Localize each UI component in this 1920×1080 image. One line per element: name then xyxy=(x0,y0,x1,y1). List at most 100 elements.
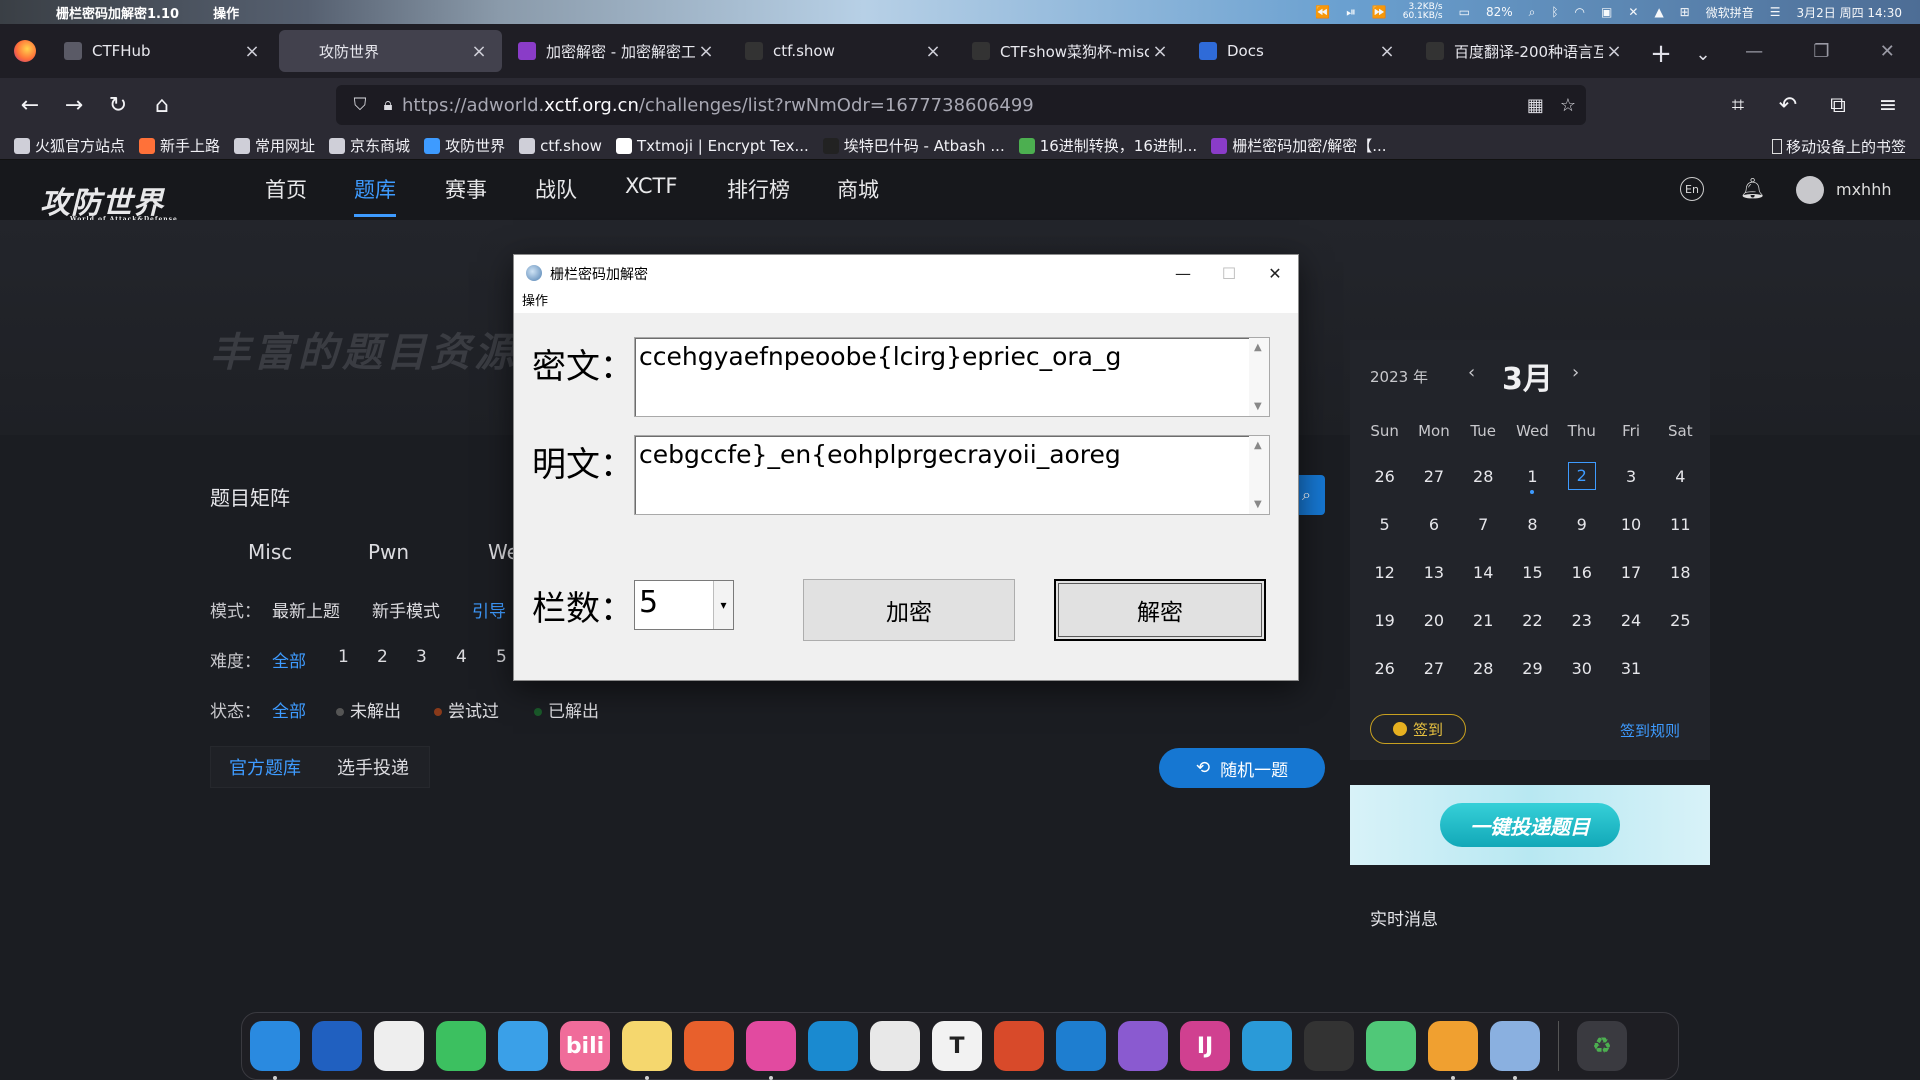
window-titlebar[interactable]: 栅栏密码加解密 — ☐ ✕ xyxy=(514,255,1298,291)
difficulty-5[interactable]: 5 xyxy=(496,647,507,667)
menubar-app-name[interactable]: 栅栏密码加解密1.10 xyxy=(56,3,179,22)
calendar-day[interactable]: 26 xyxy=(1360,467,1409,486)
firefox-view-icon[interactable] xyxy=(0,24,50,78)
status-unsolved[interactable]: 未解出 xyxy=(336,697,401,722)
close-button[interactable]: ✕ xyxy=(1252,259,1298,287)
tab-close-icon[interactable]: × xyxy=(1603,41,1625,62)
submit-challenge-banner[interactable]: 一键投递题目 xyxy=(1350,785,1710,865)
banner-button[interactable]: 一键投递题目 xyxy=(1440,803,1620,847)
spotlight-icon[interactable]: ⌕ xyxy=(1529,5,1536,20)
close-window-button[interactable]: ✕ xyxy=(1880,41,1895,62)
bookmark-item[interactable]: 新手上路 xyxy=(139,135,220,156)
status-all[interactable]: 全部 xyxy=(272,697,306,722)
calendar-day[interactable]: 24 xyxy=(1606,611,1655,630)
calendar-day[interactable]: 26 xyxy=(1360,659,1409,678)
calendar-day[interactable]: 16 xyxy=(1557,563,1606,582)
avatar[interactable] xyxy=(1796,176,1824,204)
notes-icon[interactable] xyxy=(622,1021,672,1080)
display-icon[interactable]: ▣ xyxy=(1601,5,1612,19)
back-button[interactable]: ← xyxy=(8,83,52,127)
calendar-day[interactable]: 21 xyxy=(1459,611,1508,630)
calendar-day[interactable]: 17 xyxy=(1606,563,1655,582)
rail-cipher-app-icon[interactable] xyxy=(1490,1021,1540,1080)
difficulty-3[interactable]: 3 xyxy=(416,647,427,667)
firefox-icon[interactable] xyxy=(684,1021,734,1071)
launchpad-icon[interactable] xyxy=(312,1021,362,1071)
typora-icon[interactable]: T xyxy=(932,1021,982,1071)
signin-rules-link[interactable]: 签到规则 xyxy=(1620,720,1680,741)
category-misc[interactable]: Misc xyxy=(248,540,292,564)
calendar-day[interactable]: 31 xyxy=(1606,659,1655,678)
url-bar[interactable]: ⛉ 🔒︎ https://adworld.xctf.org.cn/challen… xyxy=(336,85,1586,125)
minimize-button[interactable]: — xyxy=(1160,259,1206,287)
plaintext-scrollbar[interactable]: ▲ ▼ xyxy=(1249,436,1269,514)
nav-ranking[interactable]: 排行榜 xyxy=(727,174,790,204)
tab-close-icon[interactable]: × xyxy=(241,41,263,62)
calendar-day[interactable]: 12 xyxy=(1360,563,1409,582)
browser-tab[interactable]: CTFHub × xyxy=(52,30,275,72)
calendar-day[interactable]: 22 xyxy=(1508,611,1557,630)
mode-guide[interactable]: 引导 xyxy=(472,597,506,622)
random-challenge-button[interactable]: ⟲ 随机一题 xyxy=(1159,748,1325,788)
mobile-bookmarks[interactable]: 移动设备上的书签 xyxy=(1771,132,1906,160)
bookmark-item[interactable]: ctf.show xyxy=(519,137,602,155)
calendar-day[interactable]: 1 xyxy=(1508,467,1557,494)
bluetooth-icon[interactable]: ᛒ xyxy=(1551,5,1558,19)
chrome-icon[interactable] xyxy=(870,1021,920,1071)
browser-tab[interactable]: 百度翻译-200种语言互 × xyxy=(1414,30,1637,72)
bookmark-item[interactable]: 京东商城 xyxy=(329,135,410,156)
menu-operation[interactable]: 操作 xyxy=(522,294,548,309)
mode-latest[interactable]: 最新上题 xyxy=(272,597,340,622)
calendar-day[interactable]: 14 xyxy=(1459,563,1508,582)
menubar-app-menu[interactable]: 操作 xyxy=(213,3,239,22)
category-pwn[interactable]: Pwn xyxy=(368,540,409,564)
difficulty-all[interactable]: 全部 xyxy=(272,647,306,672)
mute-icon[interactable]: ✕ xyxy=(1628,5,1638,19)
calendar-day[interactable]: 2 xyxy=(1557,462,1606,490)
bookmark-star-icon[interactable]: ☆ xyxy=(1560,95,1576,116)
edge-icon[interactable] xyxy=(808,1021,858,1071)
bell-icon[interactable]: 🔔︎ xyxy=(1740,176,1765,200)
lock-icon[interactable]: 🔒︎ xyxy=(374,95,402,115)
maximize-button[interactable]: ☐ xyxy=(1206,259,1252,287)
forward-icon[interactable]: ⏩ xyxy=(1372,5,1387,19)
calendar-day[interactable]: 10 xyxy=(1606,515,1655,534)
input-grid-icon[interactable]: ⊞ xyxy=(1680,5,1690,19)
notification-icon[interactable]: ▲ xyxy=(1654,5,1663,19)
bookmark-item[interactable]: 攻防世界 xyxy=(424,135,505,156)
tab-official-bank[interactable]: 官方题库 xyxy=(211,746,319,788)
language-toggle[interactable]: En xyxy=(1680,177,1704,201)
ciphertext-input[interactable]: ccehgyaefnpeoobe{lcirg}epriec_ora_g ▲ ▼ xyxy=(634,337,1270,417)
plaintext-input[interactable]: cebgccfe}_en{eohplprgecrayoii_aoreg ▲ ▼ xyxy=(634,435,1270,515)
ciphertext-scrollbar[interactable]: ▲ ▼ xyxy=(1249,338,1269,416)
calendar-next-icon[interactable]: › xyxy=(1572,362,1579,383)
qq-icon[interactable] xyxy=(374,1021,424,1071)
browser-tab[interactable]: 攻防世界 × xyxy=(279,30,502,72)
dropdown-arrow-icon[interactable]: ▾ xyxy=(713,581,733,629)
finder-icon[interactable] xyxy=(250,1021,300,1080)
calendar-day[interactable]: 18 xyxy=(1656,563,1705,582)
browser-tab[interactable]: ctf.show × xyxy=(733,30,956,72)
wechat-icon[interactable] xyxy=(436,1021,486,1071)
calendar-day[interactable]: 7 xyxy=(1459,515,1508,534)
bookmark-item[interactable]: 常用网址 xyxy=(234,135,315,156)
tab-close-icon[interactable]: × xyxy=(695,41,717,62)
firefox-dev-icon[interactable] xyxy=(746,1021,796,1080)
url-text[interactable]: https://adworld.xctf.org.cn/challenges/l… xyxy=(402,95,1034,116)
home-button[interactable]: ⌂ xyxy=(140,83,184,127)
calendar-day[interactable]: 4 xyxy=(1656,467,1705,486)
browser-tab[interactable]: CTFshow菜狗杯-misc × xyxy=(960,30,1183,72)
forward-button[interactable]: → xyxy=(52,83,96,127)
bookmark-item[interactable]: 栅栏密码加密/解密【... xyxy=(1211,135,1387,156)
calendar-day[interactable]: 8 xyxy=(1508,515,1557,534)
reload-button[interactable]: ↻ xyxy=(96,83,140,127)
play-pause-icon[interactable]: ⏯ xyxy=(1346,5,1356,20)
calendar-day[interactable]: 25 xyxy=(1656,611,1705,630)
office-icon[interactable] xyxy=(994,1021,1044,1071)
nav-shop[interactable]: 商城 xyxy=(837,174,879,204)
nav-events[interactable]: 赛事 xyxy=(445,174,487,204)
calendar-day[interactable]: 3 xyxy=(1606,467,1655,486)
calendar-day[interactable]: 23 xyxy=(1557,611,1606,630)
calendar-day[interactable]: 27 xyxy=(1409,467,1458,486)
username[interactable]: mxhhh xyxy=(1836,180,1891,199)
